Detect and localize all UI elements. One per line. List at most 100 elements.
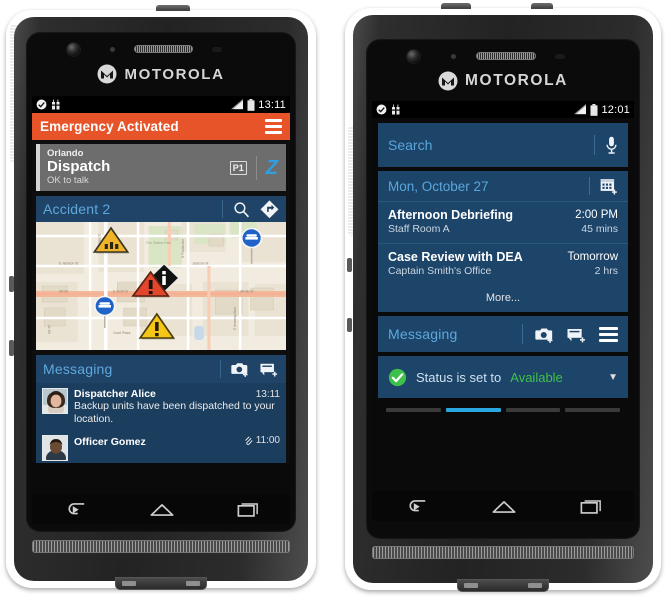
camera-add-icon[interactable] (231, 361, 250, 377)
search-icon[interactable] (233, 201, 250, 218)
brand-wordmark-left: MOTOROLA (124, 65, 225, 83)
battery-icon (247, 98, 255, 111)
message-preview: Backup units have been dispatched to you… (74, 400, 275, 425)
front-camera-icon (407, 50, 421, 63)
sensor-row-left (26, 42, 296, 58)
messaging-panel-left: Messaging Dispatcher Alice 13:11 Backup … (36, 355, 286, 463)
messaging-header-left: Messaging (36, 355, 286, 383)
divider (255, 155, 257, 180)
event-title: Case Review with DEA (388, 250, 523, 264)
calendar-event[interactable]: Afternoon Debriefing Staff Room A 2:00 P… (378, 201, 628, 243)
radio-icon (52, 99, 60, 110)
avatar (42, 435, 68, 461)
status-time-right: 12:01 (601, 103, 630, 116)
message-time-text: 11:00 (255, 435, 280, 446)
status-value: Available (510, 369, 563, 385)
message-list-item[interactable]: Officer Gomez 11:00 (36, 430, 286, 463)
camera-add-icon[interactable] (535, 326, 555, 343)
screenshot-stage: MOTOROLA 13:11 Emergency Activated Orlan… (0, 0, 670, 601)
dispatch-card-actions: P1 Z (229, 144, 286, 191)
navigation-directions-icon[interactable] (260, 199, 279, 219)
calendar-add-icon[interactable] (600, 177, 618, 195)
event-title: Afternoon Debriefing (388, 208, 513, 222)
back-icon[interactable] (404, 498, 428, 515)
message-sender: Officer Gomez (74, 436, 146, 448)
sensor-row-right (366, 49, 640, 65)
brand-row-right: MOTOROLA (366, 69, 640, 93)
no-entry-marker (240, 227, 263, 264)
page-dot[interactable] (505, 408, 561, 412)
hazard-warning-marker (138, 312, 176, 340)
motorola-device-right: MOTOROLA 12:01 Search Mon, October 27 Af… (345, 3, 661, 592)
chevron-down-icon[interactable]: ▼ (608, 372, 618, 383)
check-circle-icon (376, 104, 387, 115)
message-add-icon[interactable] (260, 361, 279, 377)
motorola-logo-icon (97, 64, 117, 84)
status-panel[interactable]: Status is set to Available ▼ (378, 356, 628, 398)
home-icon[interactable] (491, 498, 517, 515)
hamburger-menu-icon[interactable] (265, 119, 282, 134)
recents-icon[interactable] (580, 498, 602, 515)
page-dot-active[interactable] (445, 408, 501, 412)
dispatch-name: Dispatch (47, 158, 111, 175)
check-circle-icon (36, 99, 47, 110)
divider (220, 360, 221, 378)
earpiece-grille (475, 52, 536, 60)
proximity-sensor-icon (450, 54, 456, 59)
screen-left: 13:11 Emergency Activated Orlando Dispat… (32, 96, 290, 524)
back-icon[interactable] (63, 501, 87, 518)
calendar-event[interactable]: Case Review with DEA Captain Smith's Off… (378, 243, 628, 285)
avatar-photo (43, 389, 67, 413)
screen-right: 12:01 Search Mon, October 27 Afternoon D… (372, 101, 634, 521)
status-row[interactable]: Status is set to Available ▼ (378, 356, 628, 398)
message-body: Officer Gomez 11:00 (74, 435, 280, 448)
incident-map[interactable]: E Jackson St Jackson St E Scott St SR 60… (36, 222, 286, 350)
incident-title: Accident 2 (43, 201, 111, 217)
divider (222, 200, 223, 218)
no-entry-marker-2 (94, 295, 116, 328)
event-location: Captain Smith's Office (388, 265, 492, 277)
hamburger-menu-icon[interactable] (599, 326, 618, 342)
status-time-left: 13:11 (258, 98, 286, 111)
event-time: 2:00 PM (575, 209, 618, 221)
dispatch-call-card[interactable]: Orlando Dispatch OK to talk P1 Z (36, 144, 286, 191)
calendar-more-button[interactable]: More... (378, 285, 628, 312)
emergency-activated-banner[interactable]: Emergency Activated (32, 113, 290, 140)
earpiece-grille (134, 45, 194, 53)
attachment-icon (244, 436, 253, 445)
motorola-device-left: MOTOROLA 13:11 Emergency Activated Orlan… (6, 5, 316, 590)
volume-down-button-right[interactable] (347, 318, 352, 332)
page-indicator[interactable] (378, 402, 628, 417)
bottom-connector-left (115, 577, 207, 590)
search-panel[interactable]: Search (378, 123, 628, 167)
page-dot[interactable] (565, 408, 620, 412)
recents-icon[interactable] (237, 501, 259, 518)
message-time: 11:00 (244, 435, 280, 446)
status-bar-left: 13:11 (32, 96, 290, 113)
zello-ptt-icon[interactable]: Z (266, 158, 278, 178)
search-row[interactable]: Search (378, 123, 628, 167)
volume-up-button-right[interactable] (347, 258, 352, 272)
android-nav-bar-left (32, 494, 290, 524)
page-dot[interactable] (386, 408, 441, 412)
divider (522, 324, 523, 344)
signal-icon (231, 99, 244, 110)
search-input[interactable]: Search (388, 137, 432, 153)
motorola-logo-icon (438, 71, 458, 91)
radio-icon (392, 104, 400, 115)
dispatch-status: OK to talk (47, 175, 89, 186)
microphone-icon[interactable] (605, 136, 618, 155)
messaging-title: Messaging (388, 326, 458, 342)
messaging-panel-right[interactable]: Messaging (378, 316, 628, 352)
incident-panel: Accident 2 E Jackson St Jackson St E Sco… (36, 196, 286, 350)
message-add-icon[interactable] (567, 326, 587, 343)
calendar-date: Mon, October 27 (388, 178, 489, 194)
message-list-item[interactable]: Dispatcher Alice 13:11 Backup units have… (36, 383, 286, 430)
right-app-content: Search Mon, October 27 Afternoon Debrief… (372, 118, 634, 417)
messaging-header-right: Messaging (378, 316, 628, 352)
avatar-photo (43, 436, 67, 460)
divider (589, 177, 590, 195)
incident-header: Accident 2 (36, 196, 286, 222)
home-icon[interactable] (149, 501, 175, 518)
map-markers-layer (92, 226, 263, 340)
